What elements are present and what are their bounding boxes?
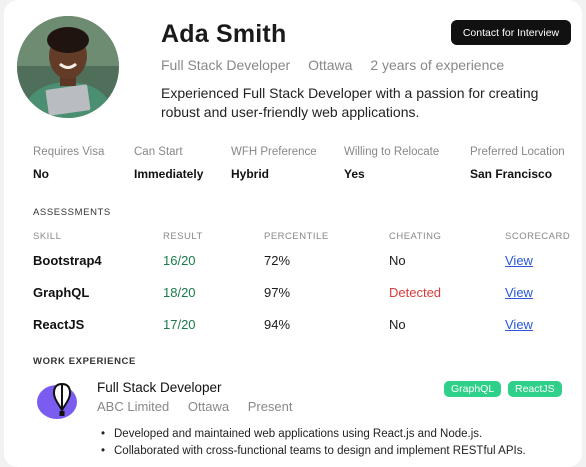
fact-label: Requires Visa: [33, 146, 105, 158]
percentile-cell: 94%: [264, 317, 291, 332]
fact-label: WFH Preference: [231, 146, 317, 158]
list-item: Developed and maintained web application…: [98, 426, 526, 443]
skill-cell: ReactJS: [33, 317, 85, 332]
candidate-experience: 2 years of experience: [370, 57, 505, 73]
job-title: Full Stack Developer: [97, 380, 222, 395]
skill-cell: GraphQL: [33, 285, 90, 300]
percentile-cell: 72%: [264, 253, 291, 268]
fact-label: Preferred Location: [470, 146, 565, 158]
candidate-role: Full Stack Developer: [161, 57, 291, 73]
cheating-cell: No: [389, 253, 406, 268]
job-responsibilities: Developed and maintained web application…: [98, 426, 526, 460]
scorecard-view-link[interactable]: View: [505, 253, 533, 268]
skill-cell: Bootstrap4: [33, 253, 102, 268]
column-header-cheating: CHEATING: [389, 231, 442, 242]
candidate-name: Ada Smith: [161, 20, 287, 48]
candidate-subline: Full Stack Developer Ottawa 2 years of e…: [161, 57, 518, 73]
candidate-card: Ada Smith Full Stack Developer Ottawa 2 …: [4, 0, 582, 467]
table-row: Bootstrap4 16/20 72% No View: [4, 253, 586, 273]
cheating-cell: No: [389, 317, 406, 332]
fact-value: Yes: [344, 167, 365, 181]
avatar-photo: [17, 16, 119, 118]
scorecard-view-link[interactable]: View: [505, 285, 533, 300]
candidate-bio: Experienced Full Stack Developer with a …: [161, 85, 539, 120]
column-header-scorecard: SCORECARD: [505, 231, 571, 242]
fact-value: Immediately: [134, 167, 204, 181]
company-logo: [35, 380, 77, 420]
fact-label: Can Start: [134, 146, 183, 158]
balloon-icon: [37, 382, 77, 419]
column-header-skill: SKILL: [33, 231, 62, 242]
candidate-location: Ottawa: [308, 57, 353, 73]
avatar: [17, 16, 119, 118]
job-period: Present: [247, 399, 293, 414]
work-experience-title: WORK EXPERIENCE: [33, 356, 136, 367]
job-company: ABC Limited: [97, 399, 170, 414]
cheating-cell: Detected: [389, 285, 442, 300]
percentile-cell: 97%: [264, 285, 291, 300]
fact-value: Hybrid: [231, 167, 270, 181]
scorecard-view-link[interactable]: View: [505, 317, 533, 332]
list-item: Collaborated with cross-functional teams…: [98, 443, 526, 460]
table-row: GraphQL 18/20 97% Detected View: [4, 285, 586, 305]
assessments-title: ASSESSMENTS: [33, 207, 111, 218]
skill-tag-graphql: GraphQL: [444, 381, 502, 397]
fact-can-start: Can Start Immediately: [134, 146, 203, 181]
fact-requires-visa: Requires Visa No: [33, 146, 104, 181]
result-cell: 16/20: [163, 253, 196, 268]
fact-label: Willing to Relocate: [344, 146, 440, 158]
fact-value: San Francisco: [470, 167, 553, 181]
fact-willing-to-relocate: Willing to Relocate Yes: [344, 146, 439, 181]
fact-preferred-location: Preferred Location San Francisco: [470, 146, 565, 181]
table-row: ReactJS 17/20 94% No View: [4, 317, 586, 337]
contact-for-interview-button[interactable]: Contact for Interview: [451, 20, 571, 45]
job-location: Ottawa: [187, 399, 230, 414]
skill-tag-reactjs: ReactJS: [508, 381, 562, 397]
result-cell: 17/20: [163, 317, 196, 332]
fact-value: No: [33, 167, 49, 181]
fact-wfh-preference: WFH Preference Hybrid: [231, 146, 317, 181]
result-cell: 18/20: [163, 285, 196, 300]
column-header-result: RESULT: [163, 231, 203, 242]
column-header-percentile: PERCENTILE: [264, 231, 329, 242]
job-details: ABC Limited Ottawa Present: [97, 399, 308, 414]
